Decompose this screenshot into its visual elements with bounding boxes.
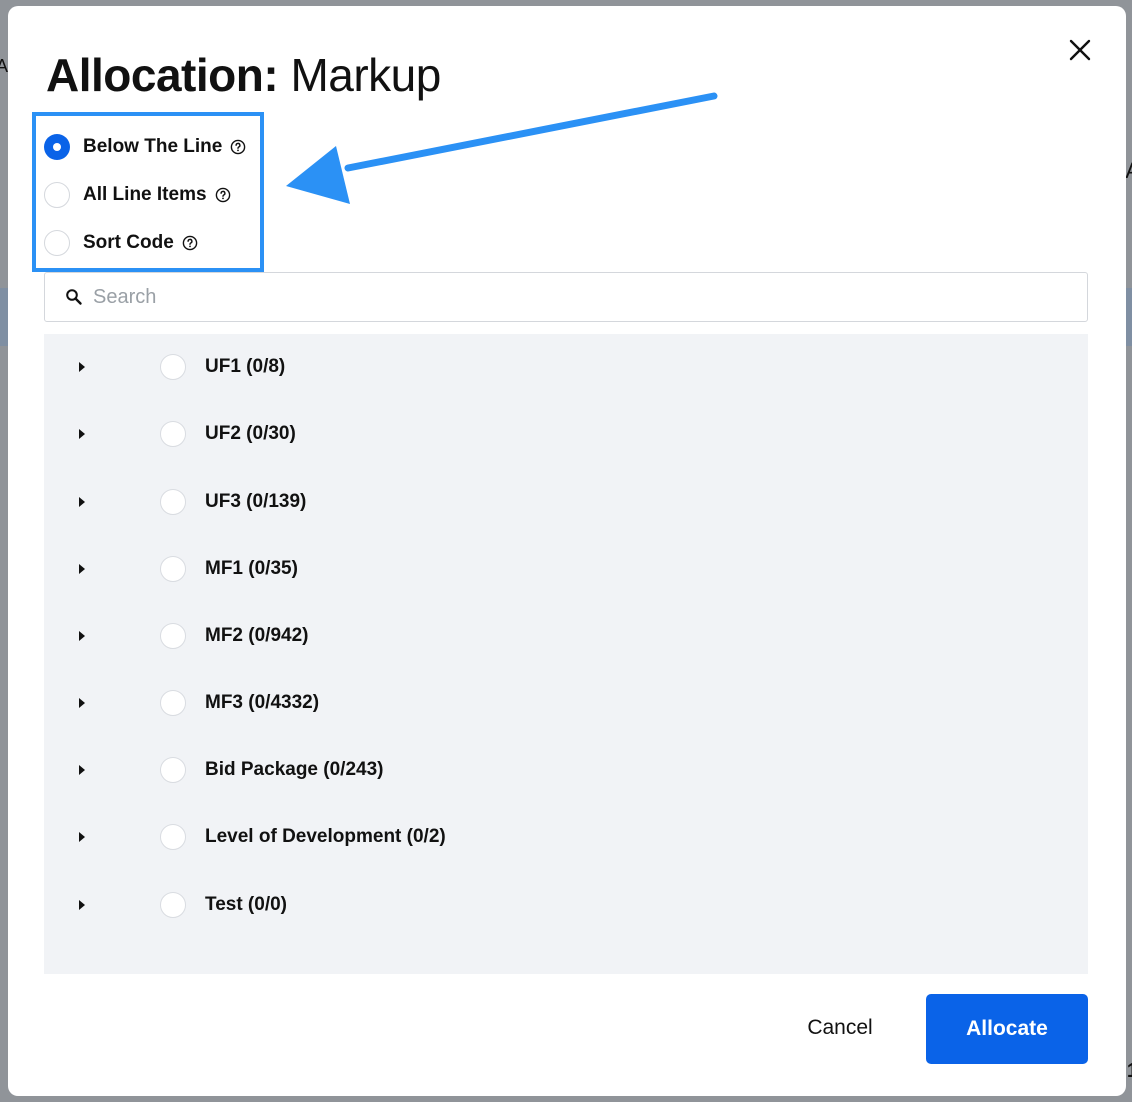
tree-label: Level of Development (0/2): [205, 826, 446, 847]
tree-row-uf1: UF1 (0/8): [44, 347, 1088, 387]
mode-option-below-the-line[interactable]: Below The Line: [44, 131, 246, 163]
backdrop-text: A: [1125, 158, 1132, 184]
tree-label: UF2 (0/30): [205, 423, 296, 444]
tree-row-mf3: MF3 (0/4332): [44, 683, 1088, 723]
mode-option-sort-code[interactable]: Sort Code: [44, 227, 198, 259]
caret-right-icon[interactable]: [76, 696, 88, 710]
mode-radio-below-the-line[interactable]: [44, 134, 70, 160]
mode-label: Sort Code: [83, 232, 174, 253]
tree-label: UF3 (0/139): [205, 491, 307, 512]
caret-right-icon[interactable]: [76, 763, 88, 777]
tree-radio[interactable]: [160, 623, 186, 649]
tree-radio[interactable]: [160, 892, 186, 918]
tree-radio[interactable]: [160, 354, 186, 380]
backdrop-text: A: [0, 56, 9, 76]
tree-row-uf2: UF2 (0/30): [44, 414, 1088, 454]
close-button[interactable]: [1066, 36, 1094, 64]
caret-right-icon[interactable]: [76, 360, 88, 374]
mode-option-all-line-items[interactable]: All Line Items: [44, 179, 231, 211]
backdrop-text: 1: [1127, 1060, 1132, 1083]
tree-radio[interactable]: [160, 489, 186, 515]
help-circle-icon[interactable]: [215, 187, 231, 203]
tree-row-uf3: UF3 (0/139): [44, 482, 1088, 522]
tree-label: UF1 (0/8): [205, 356, 286, 377]
tree-radio[interactable]: [160, 824, 186, 850]
allocation-dialog: Allocation: Markup Below The Line All Li…: [8, 6, 1126, 1096]
mode-radio-sort-code[interactable]: [44, 230, 70, 256]
caret-right-icon[interactable]: [76, 495, 88, 509]
allocate-button[interactable]: Allocate: [926, 994, 1088, 1064]
tree-row-level-of-development: Level of Development (0/2): [44, 817, 1088, 857]
tree-radio[interactable]: [160, 421, 186, 447]
tree-label: MF1 (0/35): [205, 558, 298, 579]
tree-row-mf1: MF1 (0/35): [44, 549, 1088, 589]
tree-label: Bid Package (0/243): [205, 759, 384, 780]
annotation-arrow-icon: [286, 92, 718, 204]
close-icon: [1069, 39, 1091, 61]
search-box[interactable]: [44, 272, 1088, 322]
caret-right-icon[interactable]: [76, 629, 88, 643]
tree-radio[interactable]: [160, 757, 186, 783]
search-icon: [66, 289, 82, 305]
help-circle-icon[interactable]: [182, 235, 198, 251]
tree-radio[interactable]: [160, 556, 186, 582]
mode-radio-all-line-items[interactable]: [44, 182, 70, 208]
caret-right-icon[interactable]: [76, 898, 88, 912]
sort-code-tree: UF1 (0/8) UF2 (0/30) UF3 (0/139) MF1 (0/…: [44, 334, 1088, 974]
mode-label: All Line Items: [83, 184, 207, 205]
tree-radio[interactable]: [160, 690, 186, 716]
tree-label: Test (0/0): [205, 894, 288, 915]
tree-row-mf2: MF2 (0/942): [44, 616, 1088, 656]
dialog-title-bold: Allocation:: [46, 49, 279, 101]
caret-right-icon[interactable]: [76, 562, 88, 576]
tree-row-bid-package: Bid Package (0/243): [44, 750, 1088, 790]
mode-label: Below The Line: [83, 136, 223, 157]
caret-right-icon[interactable]: [76, 427, 88, 441]
help-circle-icon[interactable]: [230, 139, 246, 155]
tree-row-test: Test (0/0): [44, 885, 1088, 925]
tree-label: MF3 (0/4332): [205, 692, 320, 713]
cancel-button[interactable]: Cancel: [778, 996, 902, 1060]
search-input[interactable]: [93, 285, 993, 309]
tree-label: MF2 (0/942): [205, 625, 309, 646]
caret-right-icon[interactable]: [76, 830, 88, 844]
